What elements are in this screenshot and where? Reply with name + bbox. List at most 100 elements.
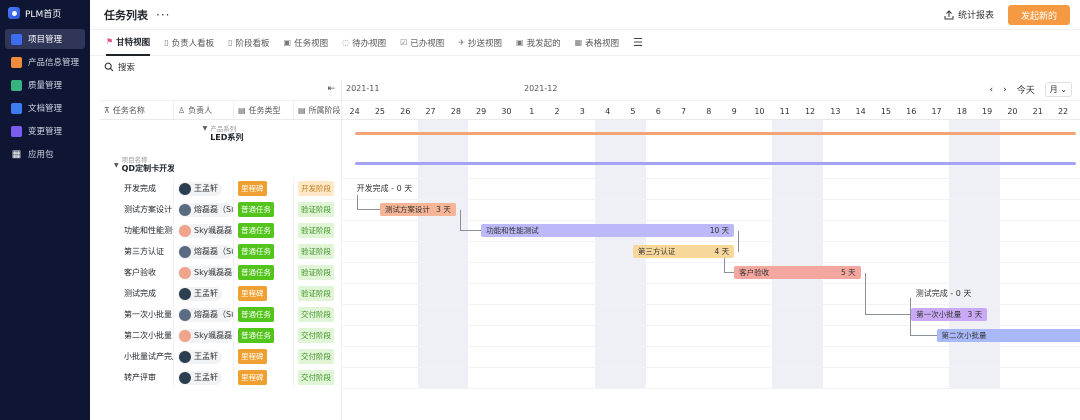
task-bar[interactable]: 客户验收 5 天 <box>734 266 861 279</box>
owner-chip[interactable]: 王孟轩 <box>178 181 222 196</box>
search-input[interactable]: 搜索 <box>104 60 135 74</box>
owner-chip[interactable]: Sky颯磊磊 <box>178 265 233 280</box>
day-label: 9 <box>731 106 737 116</box>
owner-chip[interactable]: Sky颯磊磊 <box>178 328 233 343</box>
brand-home-link[interactable]: PLM首页 <box>0 0 90 26</box>
create-new-button[interactable]: 发起新的 <box>1008 5 1070 25</box>
summary-bar[interactable] <box>354 162 1076 165</box>
stats-report-label: 统计报表 <box>957 11 994 21</box>
group-row-project[interactable]: ▼ 项目名称 QD定制卡开发 <box>100 152 342 178</box>
column-owner[interactable]: ♙ 负责人 <box>174 101 234 119</box>
milestone-label[interactable]: 开发完成 - 0 天 <box>357 183 413 194</box>
owner-chip[interactable]: 王孟轩 <box>178 349 222 364</box>
day-header: 24 25 26 27 28 29 30 1 2 3 4 5 6 7 8 9 10 11 12 13 14 15 16 17 1… <box>342 100 1080 120</box>
next-icon[interactable]: › <box>1003 85 1007 95</box>
summary-bar[interactable] <box>354 132 1076 135</box>
owner-chip[interactable]: 王孟轩 <box>178 286 222 301</box>
task-bar[interactable]: 第三方认证 4 天 <box>632 245 735 258</box>
row-gridline <box>342 325 1080 326</box>
day-label: 16 <box>906 106 917 116</box>
owner-name: Sky颯磊磊 <box>194 226 233 235</box>
tab-8[interactable]: ▦ 表格视图 <box>575 30 620 56</box>
type-tag: 普通任务 <box>238 244 274 259</box>
tab-0[interactable]: ⚑ 甘特视图 <box>106 30 151 56</box>
tab-label: 表格视图 <box>585 38 620 49</box>
task-bar[interactable]: 第二次小批量 <box>936 329 1080 342</box>
list-settings-icon[interactable]: ☰ <box>633 36 643 49</box>
caret-down-icon[interactable]: ▼ <box>203 125 208 132</box>
person-icon: ♙ <box>178 105 186 115</box>
owner-cell: 熔磊磊（Sl <box>174 199 234 220</box>
day-label: 25 <box>374 106 386 116</box>
owner-chip[interactable]: 熔磊磊（Sl <box>178 244 233 259</box>
owner-chip[interactable]: Sky颯磊磊 <box>178 223 233 238</box>
tab-2[interactable]: ▯ 阶段看板 <box>228 30 269 56</box>
sidebar-item-1[interactable]: 产品信息管理 <box>5 52 85 72</box>
milestone-label[interactable]: 测试完成 - 0 天 <box>916 288 972 299</box>
more-menu-icon[interactable]: ··· <box>156 8 170 22</box>
stage-cell: 验证阶段 <box>294 220 342 241</box>
prev-icon[interactable]: ‹ <box>990 85 994 95</box>
collapse-left-icon[interactable]: ⇤ <box>327 84 335 94</box>
day-label: 1 <box>529 106 535 116</box>
type-tag: 普通任务 <box>238 328 274 343</box>
owner-chip[interactable]: 王孟轩 <box>178 370 222 385</box>
sidebar-item-label: 应用包 <box>28 150 54 160</box>
table-row[interactable]: 转产评审 王孟轩 里程碑 交付阶段 <box>100 367 342 388</box>
table-row[interactable]: 小批量试产完成 王孟轩 里程碑 交付阶段 <box>100 346 342 367</box>
day-label: 18 <box>956 106 967 116</box>
day-label: 12 <box>804 106 816 116</box>
stage-tag: 交付阶段 <box>298 328 334 343</box>
table-row[interactable]: 第一次小批量 熔磊磊（Sl 普通任务 交付阶段 <box>100 304 342 325</box>
tab-3[interactable]: ▣ 任务视图 <box>284 30 329 56</box>
owner-chip[interactable]: 熔磊磊（Sl <box>178 202 233 217</box>
task-bar[interactable]: 功能和性能测试 10 天 <box>481 224 735 237</box>
caret-down-icon[interactable]: ▼ <box>114 162 119 169</box>
scale-select[interactable]: 月 ⌄ <box>1044 82 1072 97</box>
task-name: 测试完成 <box>124 289 156 298</box>
sidebar-item-4[interactable]: 变更管理 <box>5 121 85 141</box>
day-label: 20 <box>1007 106 1018 116</box>
stats-report-button[interactable]: 统计报表 <box>944 8 994 21</box>
column-stage[interactable]: ▤ 所属阶段 <box>294 101 342 119</box>
group-row-product[interactable]: ▼ 产品系列 LED系列 <box>100 120 342 150</box>
owner-cell: 王孟轩 <box>174 346 234 367</box>
table-row[interactable]: 客户验收 Sky颯磊磊 普通任务 验证阶段 <box>100 262 342 283</box>
task-bar[interactable]: 第一次小批量 3 天 <box>911 308 988 321</box>
view-tabs: ⚑ 甘特视图 ▯ 负责人看板 ▯ 阶段看板 ▣ 任务视图 ◌ 待办视图 ☑ 已办视图 ✈ 抄送视图 ▣ 我发起… <box>90 30 1080 56</box>
column-task-name[interactable]: ⊼ 任务名称 <box>100 101 174 119</box>
tab-list: ⚑ 甘特视图 ▯ 负责人看板 ▯ 阶段看板 ▣ 任务视图 ◌ 待办视图 ☑ 已办视图 ✈ 抄送视图 ▣ 我发起… <box>106 30 633 56</box>
tab-4[interactable]: ◌ 待办视图 <box>342 30 386 56</box>
table-row[interactable]: 第二次小批量 Sky颯磊磊 普通任务 交付阶段 <box>100 325 342 346</box>
column-type[interactable]: ▤ 任务类型 <box>234 101 294 119</box>
sidebar-item-0[interactable]: 项目管理 <box>5 29 85 49</box>
table-row[interactable]: 测试方案设计 熔磊磊（Sl 普通任务 验证阶段 <box>100 199 342 220</box>
sidebar-item-5[interactable]: ▦ 应用包 <box>5 144 85 164</box>
table-row[interactable]: 开发完成 王孟轩 里程碑 开发阶段 <box>100 178 342 199</box>
sidebar-item-2[interactable]: 质量管理 <box>5 75 85 95</box>
table-row[interactable]: 测试完成 王孟轩 里程碑 验证阶段 <box>100 283 342 304</box>
task-bar[interactable]: 测试方案设计 3 天 <box>379 203 456 216</box>
bar-label: 功能和性能测试 <box>486 226 539 235</box>
tab-1[interactable]: ▯ 负责人看板 <box>164 30 214 56</box>
row-gridline <box>342 220 1080 221</box>
tab-label: 待办视图 <box>352 38 387 49</box>
table-row[interactable]: 第三方认证 熔磊磊（Sl 普通任务 验证阶段 <box>100 241 342 262</box>
today-button[interactable]: 今天 <box>1017 83 1035 96</box>
avatar <box>179 371 191 384</box>
owner-chip[interactable]: 熔磊磊（Sl <box>178 307 233 322</box>
type-cell: 普通任务 <box>234 220 294 241</box>
search-label: 搜索 <box>118 63 136 73</box>
avatar <box>179 203 191 216</box>
table-row[interactable]: 功能和性能测试 Sky颯磊磊普通任务 验证阶段 <box>100 220 342 241</box>
tab-6[interactable]: ✈ 抄送视图 <box>458 30 502 56</box>
task-name-cell: 转产评审 <box>100 367 174 388</box>
tab-5[interactable]: ☑ 已办视图 <box>400 30 444 56</box>
weekend-column <box>949 120 1000 388</box>
tab-7[interactable]: ▣ 我发起的 <box>516 30 561 56</box>
bar-label: 客户验收 <box>739 268 770 277</box>
row-gridline <box>342 346 1080 347</box>
avatar <box>179 308 191 321</box>
owner-cell: 熔磊磊（Sl <box>174 304 234 325</box>
sidebar-item-3[interactable]: 文档管理 <box>5 98 85 118</box>
